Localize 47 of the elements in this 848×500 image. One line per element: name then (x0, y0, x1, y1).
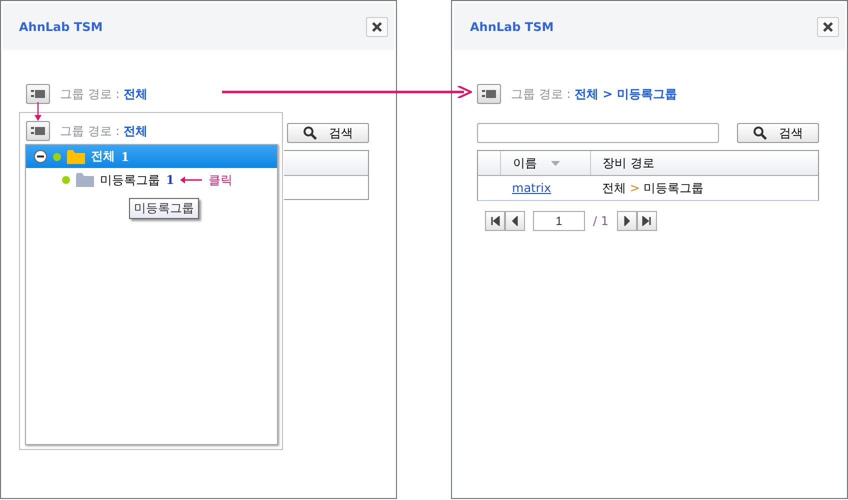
tree-toggle-button[interactable] (477, 84, 501, 104)
next-page-icon (622, 216, 632, 226)
column-header[interactable]: 장비 경로 (590, 151, 818, 175)
page-field[interactable]: 1 (533, 211, 585, 231)
device-link[interactable]: matrix (512, 181, 552, 195)
folder-icon (67, 150, 85, 164)
status-dot-icon (53, 152, 61, 160)
search-icon (303, 126, 317, 140)
close-button[interactable] (366, 16, 388, 36)
window-title: AhnLab TSM (470, 20, 554, 34)
path-value: 전체 (124, 124, 148, 138)
panel-icon (31, 89, 45, 99)
close-icon (372, 22, 382, 32)
prev-page-button[interactable] (505, 211, 525, 231)
tree-item[interactable]: 미등록그룹 1 클릭 (26, 168, 277, 192)
first-page-button[interactable] (485, 211, 505, 231)
folder-icon (76, 173, 94, 187)
close-button[interactable] (817, 16, 839, 36)
pointer-arrow (34, 102, 42, 121)
path-label: 그룹 경로 : (511, 86, 571, 100)
tree-toggle-button[interactable] (26, 84, 50, 104)
panel-icon (482, 89, 496, 99)
pointer-arrow (180, 176, 202, 184)
tooltip: 미등록그룹 (129, 198, 199, 219)
close-icon (823, 22, 833, 32)
first-page-icon (490, 216, 500, 226)
next-page-button[interactable] (616, 211, 636, 231)
search-button[interactable]: 검색 (287, 123, 369, 143)
page-total: / 1 (593, 214, 608, 228)
status-dot-icon (62, 176, 70, 184)
last-page-button[interactable] (636, 211, 656, 231)
tree-toggle-button[interactable] (26, 121, 50, 141)
path-value: 전체 (124, 86, 148, 100)
path-label: 그룹 경로 : (60, 86, 120, 100)
annotation-text: 클릭 (208, 172, 232, 188)
search-button[interactable]: 검색 (737, 123, 819, 143)
table-cell-text: 전체 > 미등록그룹 (601, 180, 704, 196)
collapse-icon[interactable] (34, 150, 47, 163)
path-value: 전체 > 미등록그룹 (574, 86, 677, 100)
column-header[interactable]: 이름 (500, 151, 590, 175)
panel-icon (31, 126, 45, 136)
search-icon (753, 126, 767, 140)
last-page-icon (642, 216, 652, 226)
window-title: AhnLab TSM (19, 20, 103, 34)
search-field[interactable] (477, 123, 719, 143)
path-label: 그룹 경로 : (60, 124, 120, 138)
prev-page-icon (510, 216, 520, 226)
